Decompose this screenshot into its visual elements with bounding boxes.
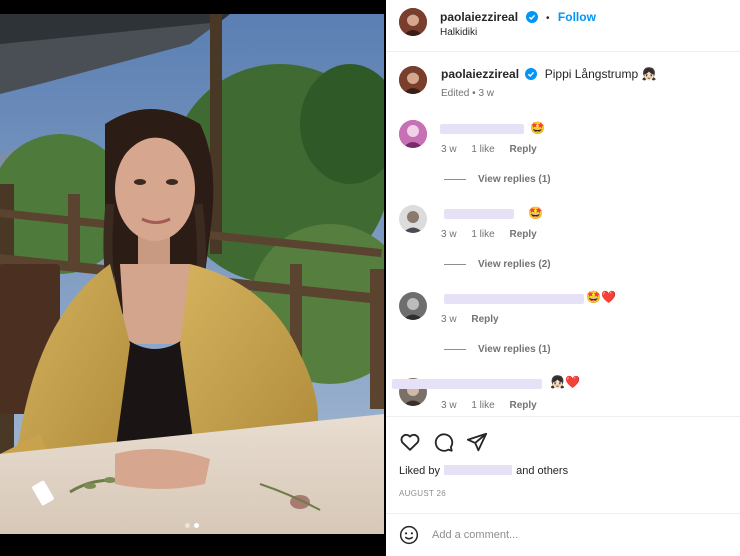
verified-badge-icon	[525, 68, 538, 80]
divider-line	[444, 178, 466, 180]
commenter-avatar[interactable]	[399, 292, 427, 320]
location-link[interactable]: Halkidiki	[440, 27, 477, 38]
view-replies-button[interactable]: View replies (2)	[444, 259, 551, 270]
divider-line	[444, 263, 466, 265]
separator-dot: •	[545, 13, 550, 24]
view-replies-label: View replies (1)	[478, 344, 551, 355]
view-replies-button[interactable]: View replies (1)	[444, 174, 551, 185]
comment-item: 🤩 3 w 1 like Reply View replies (1)	[386, 118, 740, 198]
liked-by-suffix: and others	[516, 465, 569, 477]
reply-button[interactable]: Reply	[509, 144, 536, 155]
comment-time: 3 w	[441, 400, 457, 411]
redacted-username	[444, 465, 513, 475]
reply-button[interactable]: Reply	[509, 229, 536, 240]
divider-line	[444, 348, 466, 350]
comment-item: 🤩❤️ 3 w Reply View replies (1)	[386, 288, 740, 368]
comment-item: 🤩 3 w 1 like Reply View replies (2)	[386, 203, 740, 283]
caption-username[interactable]: paolaiezzireal	[441, 67, 519, 81]
carousel-dot-active	[194, 523, 199, 528]
view-replies-label: View replies (2)	[478, 259, 551, 270]
view-replies-button[interactable]: View replies (1)	[444, 344, 551, 355]
verified-badge-icon	[525, 11, 538, 23]
post-image	[0, 14, 384, 534]
carousel-indicator	[0, 515, 384, 533]
smiley-icon[interactable]	[399, 525, 419, 545]
comment-text: 🤩❤️	[586, 290, 616, 304]
comment-text: 🤩	[530, 121, 545, 135]
comment-input[interactable]	[432, 526, 722, 544]
reply-button[interactable]: Reply	[471, 314, 498, 325]
redacted-username	[444, 294, 584, 304]
comment-time: 3 w	[441, 314, 457, 325]
edited-label: Edited	[441, 88, 470, 99]
comment-time: 3 w	[441, 144, 457, 155]
redacted-username	[440, 124, 524, 134]
comment-likes[interactable]: 1 like	[471, 144, 494, 155]
post-actions: Liked by and others AUGUST 26	[386, 416, 740, 506]
redacted-username	[444, 209, 514, 219]
caption-author-avatar[interactable]	[399, 66, 427, 94]
comment-time: 3 w	[441, 229, 457, 240]
author-avatar[interactable]	[399, 8, 427, 36]
comment-likes[interactable]: 1 like	[471, 229, 494, 240]
view-replies-label: View replies (1)	[478, 174, 551, 185]
heart-icon[interactable]	[399, 431, 421, 453]
comment-item: 👧🏻❤️ 3 w 1 like Reply	[386, 374, 740, 414]
add-comment-bar	[386, 513, 740, 556]
post-date[interactable]: AUGUST 26	[399, 489, 446, 498]
caption-text: Pippi Långstrump	[544, 67, 639, 81]
caption-time: 3 w	[478, 88, 494, 99]
post-header: paolaiezzireal • Follow Halkidiki	[386, 0, 740, 52]
follow-button[interactable]: Follow	[558, 10, 596, 24]
comment-likes[interactable]: 1 like	[471, 400, 494, 411]
redacted-username	[392, 379, 542, 389]
comment-icon[interactable]	[432, 431, 454, 453]
carousel-dot	[185, 523, 190, 528]
commenter-avatar[interactable]	[399, 120, 427, 148]
reply-button[interactable]: Reply	[509, 400, 536, 411]
commenter-avatar[interactable]	[399, 205, 427, 233]
author-username[interactable]: paolaiezzireal	[440, 10, 518, 24]
paper-plane-icon[interactable]	[466, 431, 488, 453]
liked-by-summary[interactable]: Liked by and others	[399, 465, 568, 477]
caption: paolaiezzireal Pippi Långstrump 👧🏻 Edite…	[386, 60, 740, 104]
post-photo[interactable]	[0, 0, 384, 556]
post-side-panel: paolaiezzireal • Follow Halkidiki paolai…	[386, 0, 740, 556]
caption-emoji: 👧🏻	[641, 67, 657, 81]
comment-text: 🤩	[528, 206, 543, 220]
comment-text: 👧🏻❤️	[550, 375, 580, 389]
liked-by-prefix: Liked by	[399, 465, 440, 477]
separator-dot: •	[472, 88, 476, 99]
